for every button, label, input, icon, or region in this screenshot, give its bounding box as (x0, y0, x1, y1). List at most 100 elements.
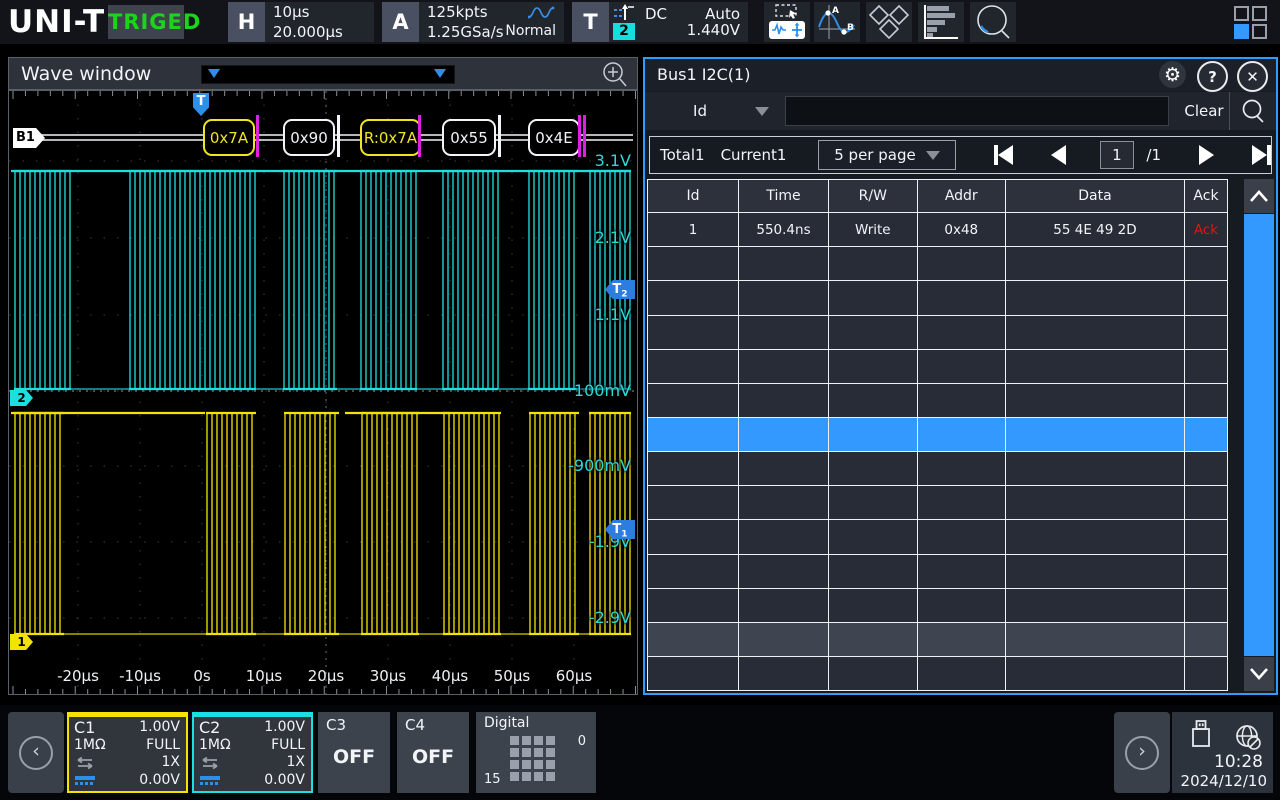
page-number-input[interactable]: 1 (1100, 141, 1135, 169)
chevron-down-icon (1249, 667, 1269, 681)
settings-gear-icon[interactable]: ⚙ (1159, 61, 1186, 88)
table-cell: Ack (1185, 213, 1228, 247)
time-label: 40µs (418, 667, 482, 685)
table-cell (1185, 247, 1228, 281)
per-page-select[interactable]: 5 per page (818, 140, 955, 170)
acquire-mode-value: Normal (505, 23, 556, 39)
table-cell (829, 350, 918, 384)
table-cell (918, 657, 1006, 691)
time-label: 60µs (542, 667, 606, 685)
waveform-display[interactable]: B1 T 0x7A0x90R:0x7A0x550x4E 3.1V2.1V1.1V… (8, 90, 638, 695)
table-cell (648, 316, 739, 350)
digital-channel-square (546, 748, 555, 757)
c1-scale: 1.00V (139, 719, 180, 736)
wave-position-marker-left[interactable] (208, 69, 220, 78)
histogram-button[interactable] (918, 2, 964, 42)
table-cell (1006, 350, 1185, 384)
clock-date: 2024/12/10 (1181, 772, 1267, 790)
digital-channel-square (546, 772, 555, 781)
clear-button[interactable]: Clear (1179, 102, 1229, 120)
digital-channel-square (522, 748, 531, 757)
table-row[interactable] (648, 520, 1228, 554)
channel-c1-card[interactable]: C11.00V 1MΩFULL 1X 0.00V (67, 712, 188, 793)
table-row[interactable] (648, 350, 1228, 384)
first-page-button[interactable] (994, 145, 1013, 165)
i2c-frame-R:0x7A[interactable]: R:0x7A (360, 119, 421, 156)
table-row[interactable] (648, 657, 1228, 691)
c2-impedance: 1MΩ (199, 737, 231, 754)
histogram-icon (922, 4, 960, 40)
voltage-label: -900mV (541, 456, 631, 475)
table-cell (1006, 623, 1185, 657)
search-button[interactable] (1230, 92, 1276, 130)
table-row[interactable] (648, 452, 1228, 486)
trigger-badge: T (572, 2, 609, 42)
table-row[interactable] (648, 281, 1228, 315)
channel-c3-card[interactable]: C3 OFF (318, 712, 390, 793)
total-count-label: Total1 (660, 146, 705, 164)
search-loupe-icon (973, 2, 1013, 42)
last-page-button[interactable] (1252, 145, 1271, 165)
search-field-selector[interactable]: Id (645, 102, 755, 120)
scrollbar-thumb[interactable] (1244, 214, 1274, 656)
table-row[interactable]: 1550.4nsWrite0x4855 4E 49 2DAck (648, 213, 1228, 247)
table-cell (1006, 418, 1185, 452)
digital-channel-square (510, 772, 519, 781)
channel-bar-scroll-right-button[interactable]: › (1114, 712, 1170, 793)
channel-bar-scroll-left-button[interactable]: ‹ (8, 712, 64, 793)
table-cell (739, 350, 829, 384)
table-cell (1006, 316, 1185, 350)
table-row[interactable] (648, 384, 1228, 418)
c1-name: C1 (74, 719, 95, 736)
i2c-frame-0x90[interactable]: 0x90 (283, 119, 335, 156)
i2c-frame-0x7A[interactable]: 0x7A (203, 119, 255, 156)
xy-view-button[interactable] (866, 2, 912, 42)
channel-c2-card[interactable]: C21.00V 1MΩFULL 1X 0.00V (192, 712, 313, 793)
table-row[interactable] (648, 247, 1228, 281)
zoom-in-icon[interactable] (601, 61, 629, 89)
current-count-label: Current1 (721, 146, 787, 164)
i2c-frame-0x55[interactable]: 0x55 (442, 119, 496, 156)
table-row[interactable] (648, 555, 1228, 589)
table-cell (829, 486, 918, 520)
search-field-dropdown-icon[interactable] (755, 107, 769, 116)
scroll-down-button[interactable] (1244, 657, 1274, 691)
wave-window-title: Wave window (21, 63, 151, 85)
bus-panel-title: Bus1 I2C(1) (657, 65, 750, 84)
horizontal-settings[interactable]: H 10µs 20.000µs (228, 2, 374, 42)
c2-offset: 0.00V (264, 772, 305, 789)
table-row[interactable] (648, 316, 1228, 350)
table-cell (648, 520, 739, 554)
wave-position-marker-right[interactable] (434, 69, 446, 78)
table-cell (918, 384, 1006, 418)
table-header-data: Data (1006, 179, 1185, 213)
trigger-settings[interactable]: T 2 DC Auto 1.440V (572, 2, 748, 42)
time-label: 10µs (232, 667, 296, 685)
window-layout-button[interactable] (1228, 4, 1272, 40)
table-cell (918, 247, 1006, 281)
table-row-selected[interactable] (648, 418, 1228, 452)
table-cell (829, 247, 918, 281)
cursor-measure-button[interactable]: A B (814, 2, 860, 42)
digital-channel-grid (510, 736, 555, 781)
system-status-card[interactable]: 10:28 2024/12/10 (1172, 712, 1273, 793)
digital-channels-card[interactable]: Digital 0 15 (476, 712, 596, 793)
table-row[interactable] (648, 589, 1228, 623)
table-scrollbar[interactable] (1244, 179, 1274, 691)
search-input[interactable] (785, 96, 1169, 126)
prev-page-button[interactable] (1051, 145, 1066, 165)
acquire-settings[interactable]: A 125kpts 1.25GSa/s Normal (382, 2, 564, 42)
scroll-up-button[interactable] (1244, 179, 1274, 213)
region-select-tool-button[interactable] (764, 2, 810, 42)
table-cell: Write (829, 213, 918, 247)
digital-channel-square (510, 760, 519, 769)
help-icon[interactable]: ? (1197, 61, 1228, 92)
search-loupe-button[interactable] (970, 2, 1016, 42)
channel-c4-card[interactable]: C4 OFF (397, 712, 469, 793)
table-row[interactable] (648, 623, 1228, 657)
next-page-button[interactable] (1199, 145, 1214, 165)
wave-position-scrollbar[interactable] (201, 65, 455, 84)
close-icon[interactable]: ✕ (1237, 61, 1268, 92)
xy-view-icon (868, 3, 910, 41)
table-row[interactable] (648, 486, 1228, 520)
